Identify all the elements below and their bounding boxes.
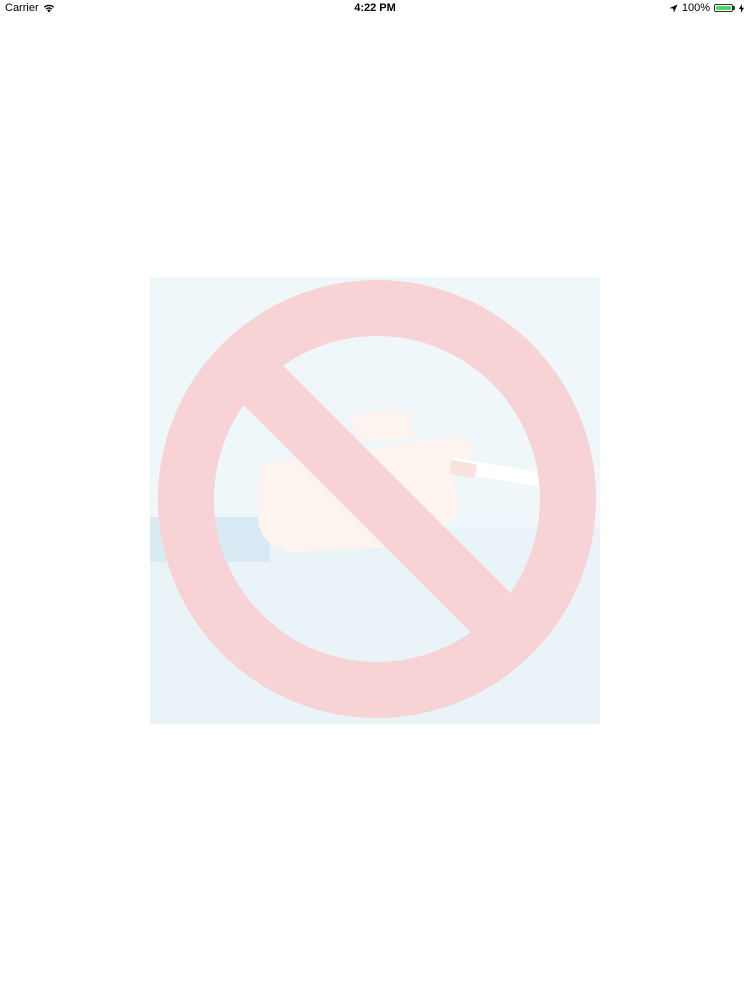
battery-cap: [733, 6, 735, 10]
battery-body: [714, 4, 733, 12]
battery-icon: [714, 4, 735, 12]
status-time: 4:22 PM: [354, 2, 396, 14]
location-arrow-icon: [669, 3, 678, 13]
screen: Carrier 4:22 PM 100%: [0, 0, 750, 1000]
no-smoking-illustration: [150, 277, 600, 724]
status-bar: Carrier 4:22 PM 100%: [0, 0, 750, 16]
status-right: 100%: [669, 2, 744, 14]
battery-percent: 100%: [681, 2, 710, 14]
charging-bolt-icon: [739, 3, 744, 13]
battery-fill: [716, 6, 731, 10]
no-smoking-icon: [150, 277, 600, 724]
